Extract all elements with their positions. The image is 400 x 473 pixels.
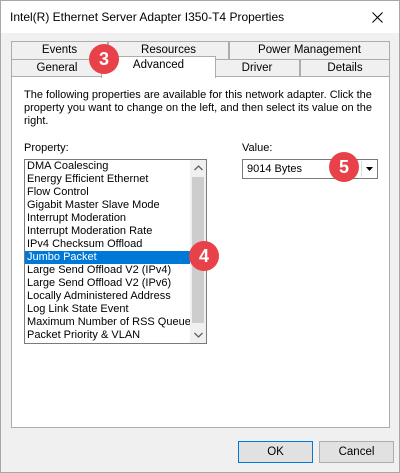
tab-events-label: Events <box>41 44 78 56</box>
tab-strip: Events Resources Power Management Genera… <box>1 1 400 81</box>
property-list-item[interactable]: Flow Control <box>25 186 191 199</box>
property-list-item[interactable]: Large Send Offload V2 (IPv6) <box>25 277 191 290</box>
value-label: Value: <box>242 142 273 154</box>
chevron-up-icon <box>193 165 203 171</box>
property-list-item[interactable]: Jumbo Packet <box>25 251 191 264</box>
chevron-down-icon <box>193 332 203 338</box>
tab-resources-label: Resources <box>141 44 196 56</box>
property-list-item[interactable]: Gigabit Master Slave Mode <box>25 199 191 212</box>
tab-driver-label: Driver <box>241 62 273 74</box>
tab-power-management-label: Power Management <box>258 44 361 56</box>
step-badge-5: 5 <box>329 152 359 182</box>
tab-details-label: Details <box>327 62 363 74</box>
property-list: DMA Coalescing Energy Efficient Ethernet F… <box>25 160 196 342</box>
scroll-down-button[interactable] <box>190 327 206 343</box>
panel-description: The following properties are available f… <box>24 89 372 127</box>
tab-details[interactable]: Details <box>300 59 390 77</box>
cancel-button[interactable]: Cancel <box>319 441 394 463</box>
property-label: Property: <box>24 142 69 154</box>
property-list-item[interactable]: Energy Efficient Ethernet <box>25 173 191 186</box>
properties-dialog: Intel(R) Ethernet Server Adapter I350-T4… <box>0 0 400 473</box>
property-list-item[interactable]: Maximum Number of RSS Queues <box>25 316 196 329</box>
tab-general-label: General <box>36 62 78 74</box>
dropdown-arrow-button[interactable] <box>361 161 376 177</box>
tab-advanced-label: Advanced <box>132 59 185 71</box>
property-list-item[interactable]: Large Send Offload V2 (IPv4) <box>25 264 191 277</box>
value-dropdown-text: 9014 Bytes <box>247 163 303 175</box>
property-list-item[interactable]: Packet Priority & VLAN <box>25 329 191 342</box>
property-list-item[interactable]: IPv4 Checksum Offload <box>25 238 191 251</box>
property-list-item[interactable]: DMA Coalescing <box>25 160 191 173</box>
tab-power-management[interactable]: Power Management <box>229 41 390 60</box>
step-badge-4: 4 <box>189 241 219 271</box>
step-badge-3: 3 <box>89 44 119 74</box>
property-list-item[interactable]: Log Link State Event <box>25 303 191 316</box>
scroll-up-button[interactable] <box>190 160 206 176</box>
ok-button[interactable]: OK <box>238 441 313 463</box>
property-list-item[interactable]: Interrupt Moderation Rate <box>25 225 191 238</box>
property-list-item[interactable]: Interrupt Moderation <box>25 212 191 225</box>
property-list-item[interactable]: Locally Administered Address <box>25 290 191 303</box>
caret-down-icon <box>365 167 373 171</box>
property-listbox[interactable]: DMA Coalescing Energy Efficient Ethernet F… <box>24 159 207 344</box>
tab-driver[interactable]: Driver <box>214 59 300 77</box>
